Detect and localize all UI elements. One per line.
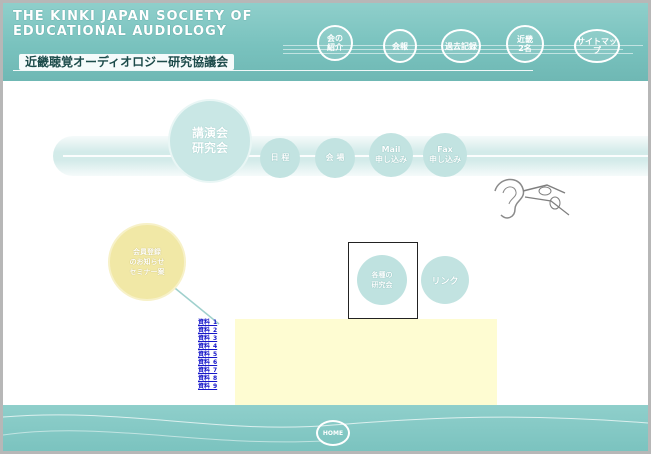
page-frame: THE KINKI JAPAN SOCIETY OF EDUCATIONAL A… [0, 0, 651, 454]
nav-region-button[interactable]: 近畿 2名 [506, 25, 544, 63]
document-link[interactable]: 資料_2 [198, 327, 238, 335]
document-link[interactable]: 資料_8 [198, 375, 238, 383]
site-title-japanese: 近畿聴覚オーディオロジー研究協議会 [19, 54, 235, 70]
document-link[interactable]: 資料_5 [198, 351, 238, 359]
site-title-english: THE KINKI JAPAN SOCIETY OF EDUCATIONAL A… [13, 9, 253, 39]
document-link[interactable]: 資料_9 [198, 383, 238, 391]
mail-apply-button[interactable]: Mail 申し込み [369, 133, 413, 177]
nav-bulletin-button[interactable]: 会報 [383, 29, 417, 63]
lecture-meeting-button[interactable]: 講演会 研究会 [168, 99, 252, 183]
content-panel [235, 319, 497, 405]
home-button[interactable]: HOME [316, 420, 350, 446]
nav-about-button[interactable]: 会の 紹介 [317, 25, 353, 61]
research-groups-box: 各種の 研究会 [348, 242, 418, 319]
document-link[interactable]: 資料_1 [198, 319, 238, 327]
seminar-info-button[interactable]: 会員登録 のお知らせ セミナー案 [108, 223, 186, 301]
schedule-band-line [63, 155, 648, 157]
document-link-list: 資料_1 資料_2 資料_3 資料_4 資料_5 資料_6 資料_7 資料_8 … [198, 319, 238, 391]
document-link[interactable]: 資料_4 [198, 343, 238, 351]
header-banner: THE KINKI JAPAN SOCIETY OF EDUCATIONAL A… [3, 3, 648, 81]
nav-archive-button[interactable]: 過去記録 [441, 29, 481, 63]
document-link[interactable]: 資料_6 [198, 359, 238, 367]
nav-sitemap-button[interactable]: サイトマップ [574, 29, 620, 63]
links-button[interactable]: リンク [421, 256, 469, 304]
schedule-button[interactable]: 日 程 [260, 138, 300, 178]
document-link[interactable]: 資料_7 [198, 367, 238, 375]
fax-apply-button[interactable]: Fax 申し込み [423, 133, 467, 177]
ear-illustration-icon [494, 178, 570, 219]
document-link[interactable]: 資料_3 [198, 335, 238, 343]
research-groups-button[interactable]: 各種の 研究会 [357, 255, 407, 305]
venue-button[interactable]: 会 場 [315, 138, 355, 178]
